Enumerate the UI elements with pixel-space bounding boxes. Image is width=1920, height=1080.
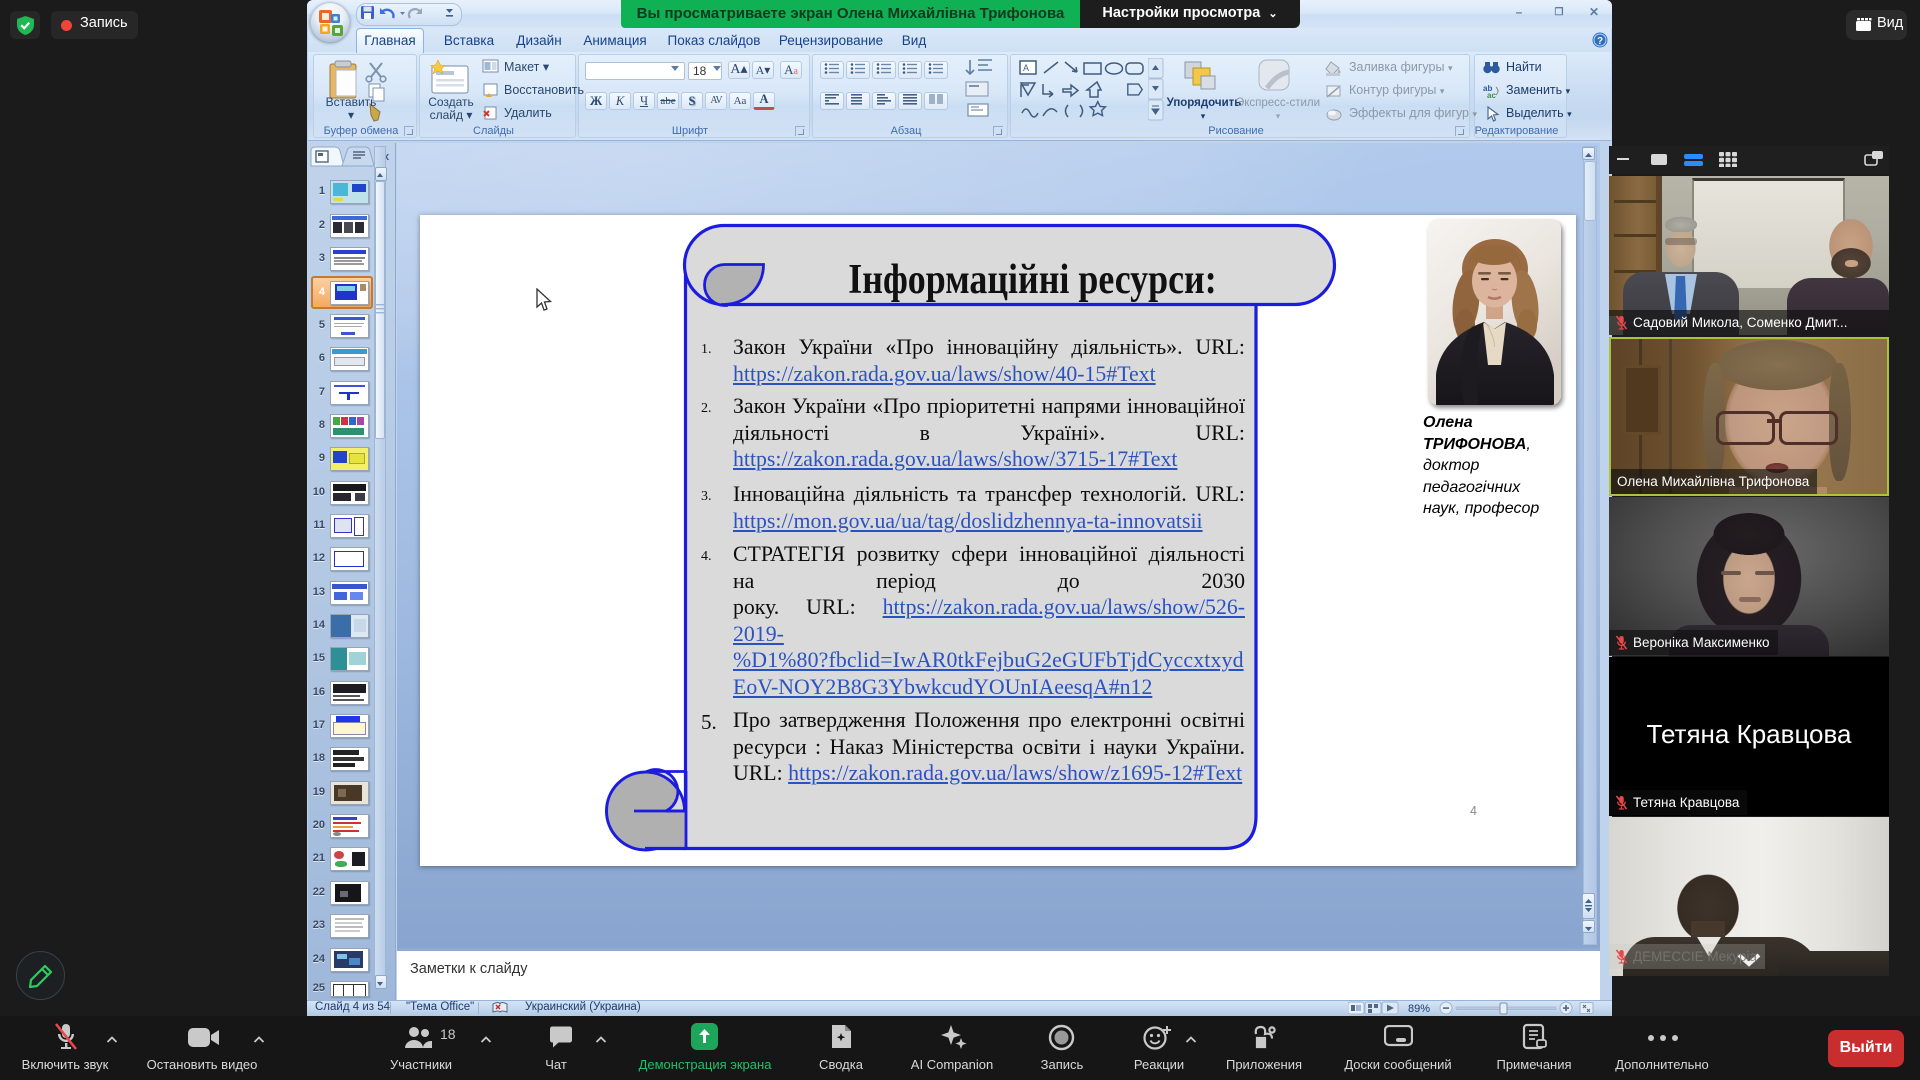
svg-text:89%: 89% [1408,1003,1430,1015]
svg-text:ac: ac [1487,91,1496,99]
svg-text:A: A [1023,63,1029,73]
svg-text:?: ? [1597,36,1603,47]
